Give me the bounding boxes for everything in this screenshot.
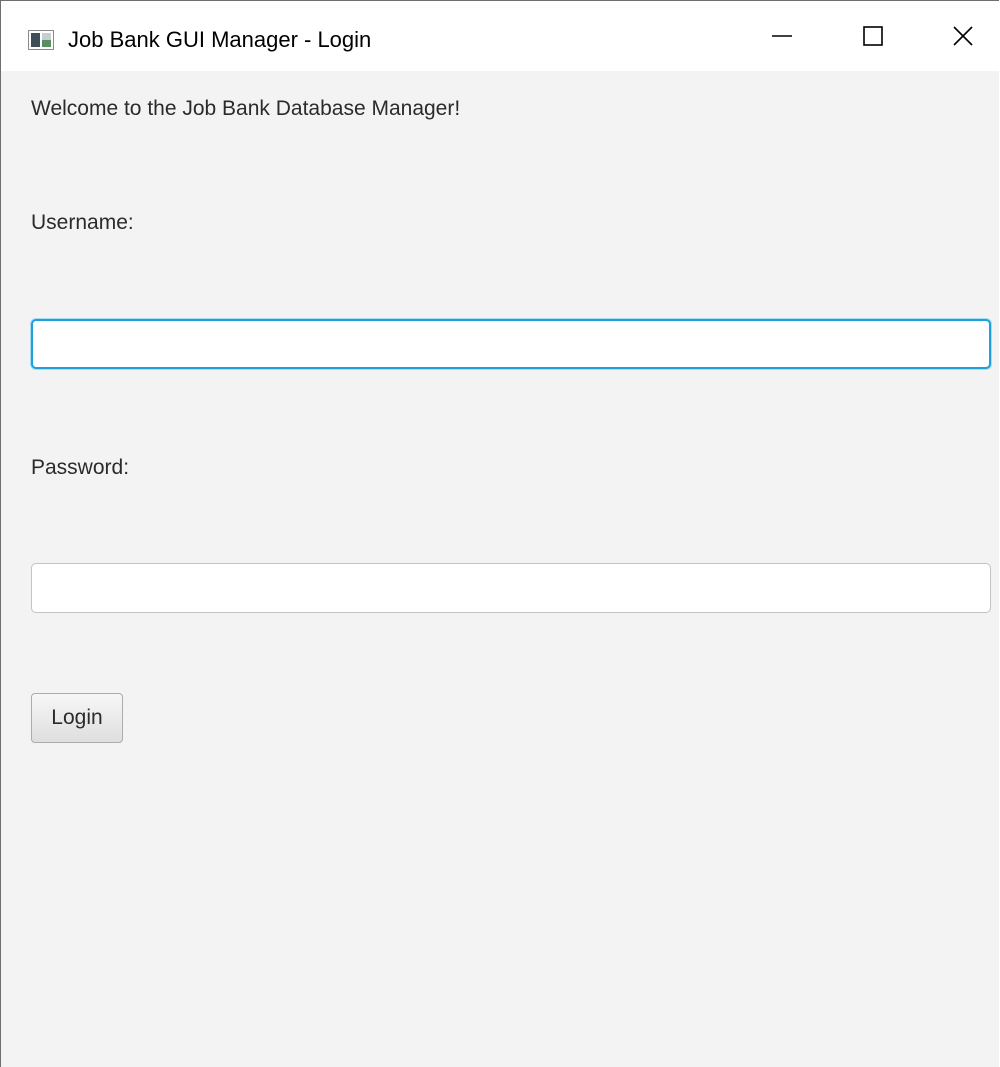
login-button[interactable]: Login bbox=[31, 693, 123, 743]
password-input[interactable] bbox=[31, 563, 991, 613]
password-label: Password: bbox=[31, 456, 130, 479]
minimize-icon bbox=[772, 35, 792, 37]
maximize-icon bbox=[863, 26, 883, 46]
title-bar[interactable]: Job Bank GUI Manager - Login bbox=[1, 1, 999, 71]
welcome-message: Welcome to the Job Bank Database Manager… bbox=[31, 97, 461, 120]
close-icon bbox=[953, 26, 973, 46]
username-input[interactable] bbox=[31, 319, 991, 369]
close-button[interactable] bbox=[919, 1, 1000, 71]
login-window: Job Bank GUI Manager - Login Welcome to … bbox=[0, 0, 999, 1067]
minimize-button[interactable] bbox=[738, 1, 826, 71]
app-icon bbox=[28, 30, 54, 50]
window-title: Job Bank GUI Manager - Login bbox=[68, 27, 372, 52]
maximize-button[interactable] bbox=[829, 1, 917, 71]
username-label: Username: bbox=[31, 211, 134, 234]
